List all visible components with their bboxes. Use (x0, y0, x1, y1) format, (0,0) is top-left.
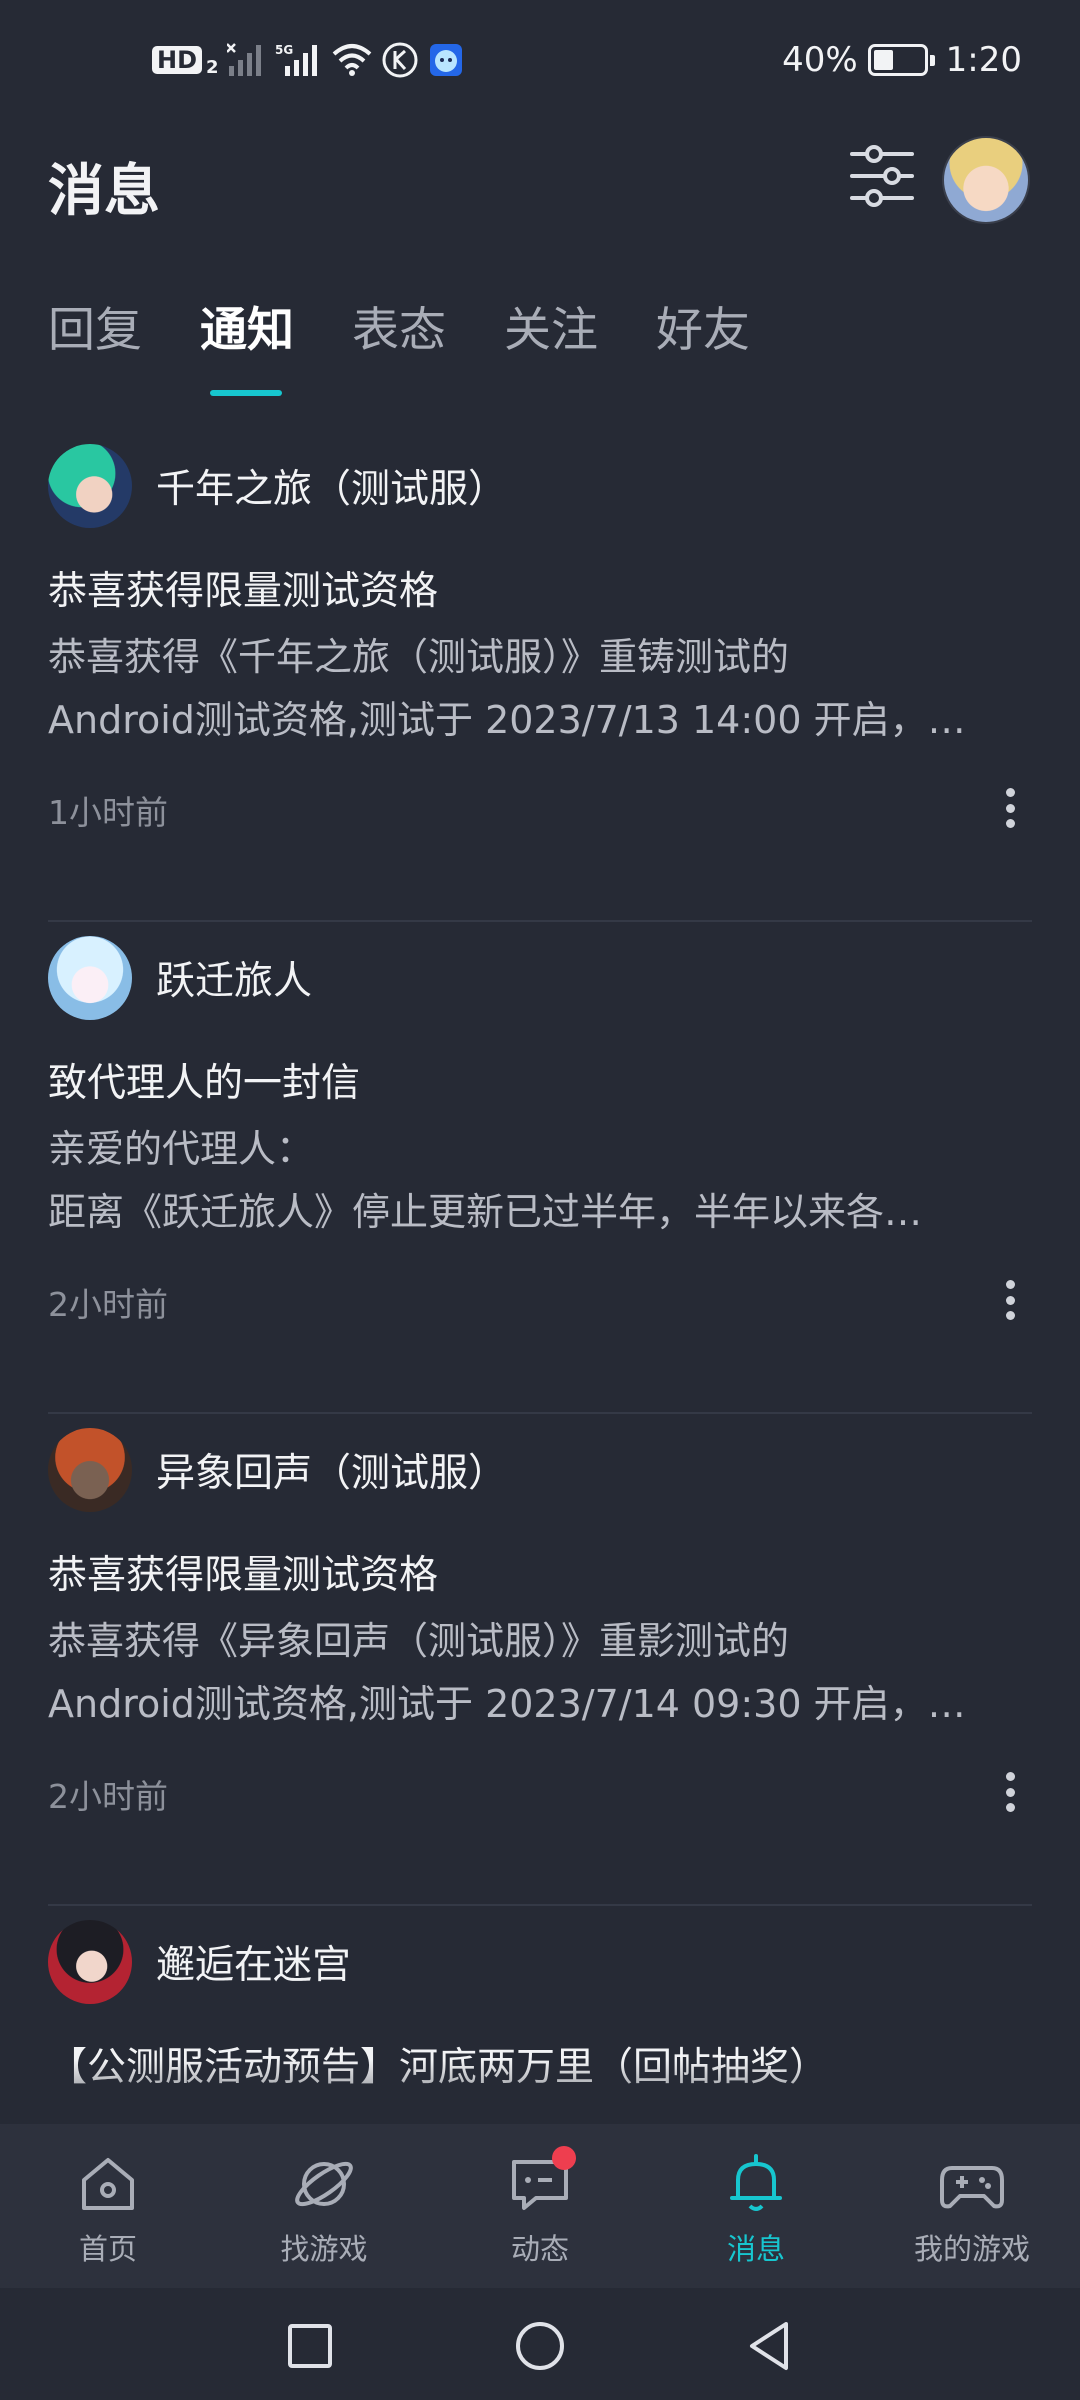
status-icons-right: 40% 1:20 (782, 36, 1022, 84)
more-options-icon[interactable] (988, 782, 1032, 834)
bell-icon (730, 2154, 782, 2211)
status-bar: HD 2 5G 40% 1:20 (0, 0, 1080, 120)
battery-percent: 40% (782, 40, 858, 80)
nav-find-games[interactable]: 找游戏 (216, 2124, 432, 2288)
card-title: 恭喜获得限量测试资格 (48, 569, 439, 614)
notification-badge (552, 2146, 576, 2170)
wifi-icon (332, 44, 371, 76)
card-body-line: Android测试资格,测试于 2023/7/13 14:00 开启，… (48, 698, 966, 742)
home-icon (82, 2158, 134, 2210)
status-icons-left: HD 2 5G (152, 36, 465, 84)
planet-icon (295, 2161, 353, 2207)
robot-app-icon (429, 44, 462, 76)
tab-replies[interactable]: 回复 (48, 296, 142, 366)
card-title: 恭喜获得限量测试资格 (48, 1553, 439, 1598)
card-timestamp: 2小时前 (48, 1285, 168, 1324)
card-body-line: 恭喜获得《千年之旅（测试服）》重铸测试的 (48, 635, 790, 679)
card-source-name[interactable]: 千年之旅（测试服） (156, 458, 507, 514)
tab-reactions[interactable]: 表态 (352, 296, 446, 366)
card-title: 致代理人的一封信 (48, 1061, 361, 1106)
nav-feed[interactable]: 动态 (432, 2124, 648, 2288)
card-header: 邂逅在迷宫 (48, 1920, 351, 2004)
notification-card[interactable]: 异象回声（测试服） 恭喜获得限量测试资格 恭喜获得《异象回声（测试服）》重影测试… (48, 1414, 1032, 1906)
battery-icon (867, 44, 935, 76)
nav-label: 消息 (726, 2232, 785, 2266)
system-nav-bar (0, 2288, 1080, 2400)
card-source-name[interactable]: 跃迁旅人 (156, 950, 312, 1006)
more-options-icon[interactable] (988, 1274, 1032, 1326)
bottom-nav: 首页 找游戏 动态 消息 我的游戏 (0, 2124, 1080, 2288)
nav-label: 首页 (78, 2232, 137, 2266)
game-avatar[interactable] (48, 936, 132, 1020)
notification-card[interactable]: 千年之旅（测试服） 恭喜获得限量测试资格 恭喜获得《千年之旅（测试服）》重铸测试… (48, 430, 1032, 922)
nav-my-games[interactable]: 我的游戏 (864, 2124, 1080, 2288)
card-body: 恭喜获得《千年之旅（测试服）》重铸测试的 Android测试资格,测试于 202… (48, 626, 1032, 752)
back-triangle-icon[interactable] (742, 2318, 798, 2374)
page-title: 消息 (48, 159, 160, 224)
card-source-name[interactable]: 异象回声（测试服） (156, 1442, 507, 1498)
nav-label: 我的游戏 (913, 2232, 1030, 2266)
clock: 1:20 (945, 40, 1022, 80)
card-timestamp: 1小时前 (48, 793, 168, 832)
card-body-line: 恭喜获得《异象回声（测试服）》重影测试的 (48, 1619, 790, 1663)
nav-label: 找游戏 (280, 2232, 368, 2266)
hd-icon: HD (152, 46, 203, 74)
nav-label: 动态 (510, 2232, 569, 2266)
gamepad-icon (940, 2166, 1004, 2209)
card-header: 异象回声（测试服） (48, 1428, 507, 1512)
card-header: 跃迁旅人 (48, 936, 312, 1020)
card-body: 亲爱的代理人： 距离《跃迁旅人》停止更新已过半年，半年以来各… (48, 1118, 1032, 1244)
active-tab-indicator (210, 390, 282, 396)
nav-home[interactable]: 首页 (0, 2124, 216, 2288)
home-circle-icon[interactable] (512, 2318, 568, 2374)
card-timestamp: 2小时前 (48, 1777, 168, 1816)
notification-card[interactable]: 跃迁旅人 致代理人的一封信 亲爱的代理人： 距离《跃迁旅人》停止更新已过半年，半… (48, 922, 1032, 1414)
user-avatar[interactable] (942, 136, 1030, 224)
k-app-icon (382, 42, 418, 78)
chat-icon-wrap (506, 2146, 576, 2218)
game-avatar[interactable] (48, 1920, 132, 2004)
tab-notifications[interactable]: 通知 (200, 296, 294, 366)
game-avatar[interactable] (48, 444, 132, 528)
card-source-name[interactable]: 邂逅在迷宫 (156, 1934, 351, 1990)
hd-sub-label: 2 (206, 56, 219, 78)
card-body-line: 亲爱的代理人： (48, 1127, 315, 1171)
svg-text:5G: 5G (275, 43, 293, 57)
filter-settings-icon[interactable] (846, 140, 918, 212)
card-header: 千年之旅（测试服） (48, 444, 507, 528)
game-avatar[interactable] (48, 1428, 132, 1512)
tab-friends[interactable]: 好友 (656, 296, 750, 366)
nav-messages[interactable]: 消息 (648, 2124, 864, 2288)
recents-square-icon[interactable] (282, 2318, 338, 2374)
signal-icon (226, 43, 261, 76)
tab-follows[interactable]: 关注 (504, 296, 598, 366)
signal-5g-icon: 5G (275, 43, 317, 76)
card-body-line: 距离《跃迁旅人》停止更新已过半年，半年以来各… (48, 1190, 923, 1234)
card-body: 恭喜获得《异象回声（测试服）》重影测试的 Android测试资格,测试于 202… (48, 1610, 1032, 1736)
message-tabs: 回复 通知 表态 关注 好友 (48, 296, 750, 366)
scroll-fade (0, 2060, 1080, 2124)
card-body-line: Android测试资格,测试于 2023/7/14 09:30 开启，… (48, 1682, 966, 1726)
more-options-icon[interactable] (988, 1766, 1032, 1818)
